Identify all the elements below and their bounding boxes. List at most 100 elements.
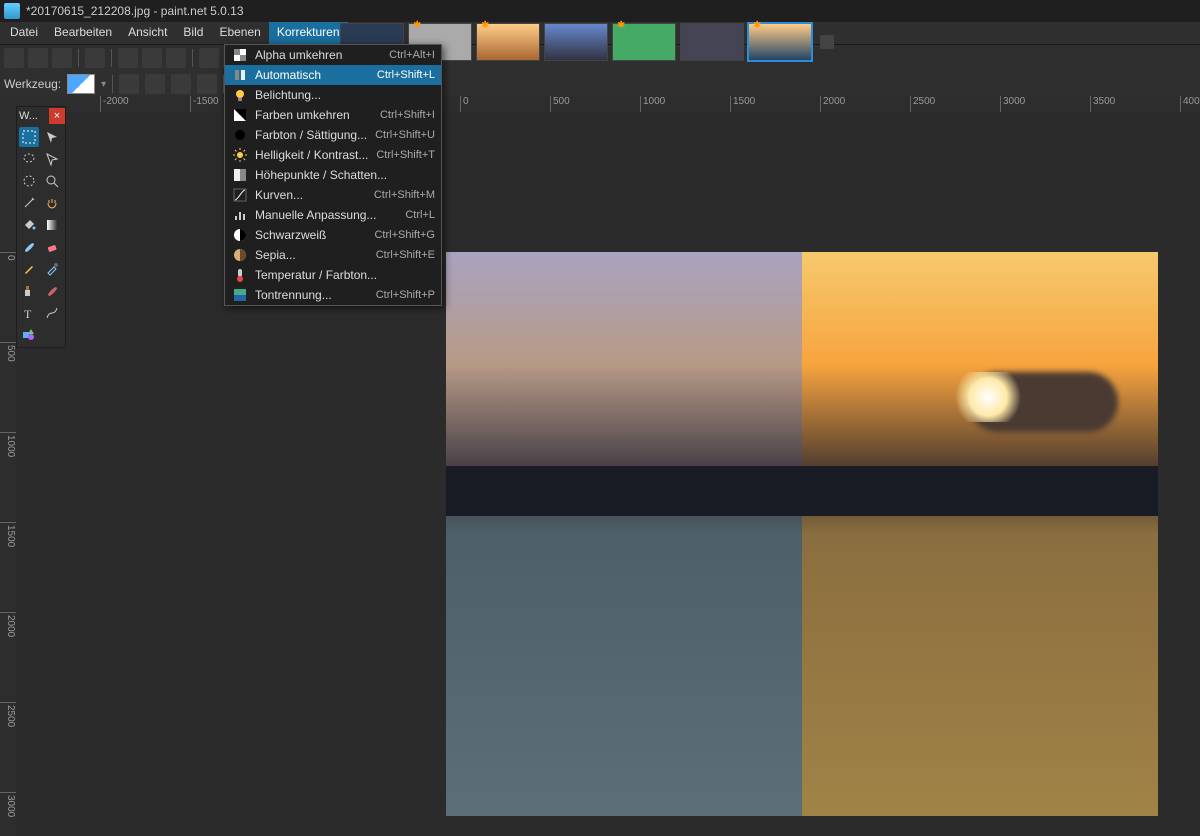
shape-option-1-icon[interactable] — [119, 74, 139, 94]
new-file-icon[interactable] — [4, 48, 24, 68]
move-tool-icon[interactable] — [42, 127, 62, 147]
menuitem-bw[interactable]: SchwarzweißCtrl+Shift+G — [225, 225, 441, 245]
pencil-tool-icon[interactable] — [19, 259, 39, 279]
shape-option-2-icon[interactable] — [145, 74, 165, 94]
menuitem-shortcut: Ctrl+Shift+U — [375, 129, 435, 141]
menuitem-alpha[interactable]: Alpha umkehrenCtrl+Alt+I — [225, 45, 441, 65]
canvas-area[interactable] — [16, 112, 1200, 836]
menuitem-temp[interactable]: Temperatur / Farbton... — [225, 265, 441, 285]
ruler-tick: 2000 — [820, 96, 845, 112]
menuitem-label: Tontrennung... — [255, 288, 376, 302]
menuitem-label: Manuelle Anpassung... — [255, 208, 405, 222]
ruler-tick: 1000 — [0, 432, 16, 457]
menuitem-auto[interactable]: AutomatischCtrl+Shift+L — [225, 65, 441, 85]
ruler-horizontal: -2000 -1500 -1000 -500 0 500 1000 1500 2… — [0, 96, 1200, 112]
recolor-tool-icon[interactable] — [42, 281, 62, 301]
tool-label: Werkzeug: — [4, 77, 61, 91]
thumb-4[interactable]: ✱ — [612, 23, 676, 61]
thumb-6[interactable]: ✱ — [748, 23, 812, 61]
crop-icon[interactable] — [199, 48, 219, 68]
zoom-tool-icon[interactable] — [42, 171, 62, 191]
paste-icon[interactable] — [166, 48, 186, 68]
shape-option-3-icon[interactable] — [171, 74, 191, 94]
image-skyline — [446, 466, 1158, 516]
alpha-icon — [231, 47, 249, 63]
brush-tool-icon[interactable] — [19, 237, 39, 257]
ruler-tick: -2000 — [100, 96, 129, 112]
pan-tool-icon[interactable] — [42, 193, 62, 213]
line-tool-icon[interactable] — [42, 303, 62, 323]
ruler-tick: 1500 — [730, 96, 755, 112]
temp-icon — [231, 267, 249, 283]
menuitem-highlow[interactable]: Höhepunkte / Schatten... — [225, 165, 441, 185]
clone-tool-icon[interactable] — [19, 281, 39, 301]
canvas-image[interactable] — [446, 252, 1158, 816]
menuitem-levels[interactable]: Manuelle Anpassung...Ctrl+L — [225, 205, 441, 225]
menuitem-shortcut: Ctrl+Shift+E — [376, 249, 435, 261]
menuitem-shortcut: Ctrl+Shift+M — [374, 189, 435, 201]
menuitem-shortcut: Ctrl+Shift+P — [376, 289, 435, 301]
separator — [112, 75, 113, 93]
menuitem-bright[interactable]: Helligkeit / Kontrast...Ctrl+Shift+T — [225, 145, 441, 165]
save-file-icon[interactable] — [52, 48, 72, 68]
highlow-icon — [231, 167, 249, 183]
rect-select-tool-icon[interactable] — [19, 127, 39, 147]
dropdown-chevron-icon[interactable]: ▾ — [101, 79, 106, 90]
eraser-tool-icon[interactable] — [42, 237, 62, 257]
menuitem-label: Belichtung... — [255, 88, 435, 102]
print-icon[interactable] — [85, 48, 105, 68]
menuitem-sepia[interactable]: Sepia...Ctrl+Shift+E — [225, 245, 441, 265]
text-tool-icon[interactable]: T — [19, 303, 39, 323]
menuitem-hue[interactable]: Farbton / Sättigung...Ctrl+Shift+U — [225, 125, 441, 145]
ellipse-select-tool-icon[interactable] — [19, 171, 39, 191]
tools-panel-header[interactable]: W... × — [17, 107, 65, 125]
korrekturen-dropdown: Alpha umkehrenCtrl+Alt+IAutomatischCtrl+… — [224, 44, 442, 306]
thumb-options-icon[interactable] — [820, 35, 834, 49]
open-file-icon[interactable] — [28, 48, 48, 68]
menuitem-bulb[interactable]: Belichtung... — [225, 85, 441, 105]
curves-icon — [231, 187, 249, 203]
menu-ebenen[interactable]: Ebenen — [211, 22, 268, 44]
ruler-tick: 3500 — [1090, 96, 1115, 112]
image-right-half — [802, 252, 1158, 816]
menuitem-poster[interactable]: Tontrennung...Ctrl+Shift+P — [225, 285, 441, 305]
menuitem-label: Automatisch — [255, 68, 377, 82]
menuitem-shortcut: Ctrl+L — [405, 209, 435, 221]
close-icon[interactable]: × — [49, 108, 65, 124]
move-selection-tool-icon[interactable] — [42, 149, 62, 169]
menuitem-invert[interactable]: Farben umkehrenCtrl+Shift+I — [225, 105, 441, 125]
menu-datei[interactable]: Datei — [2, 22, 46, 44]
gradient-tool-icon[interactable] — [42, 215, 62, 235]
menu-ansicht[interactable]: Ansicht — [120, 22, 175, 44]
menu-bild[interactable]: Bild — [175, 22, 211, 44]
picker-tool-icon[interactable] — [42, 259, 62, 279]
auto-icon — [231, 67, 249, 83]
menuitem-shortcut: Ctrl+Shift+T — [376, 149, 435, 161]
shapes-tool-icon[interactable] — [19, 325, 39, 345]
hue-icon — [231, 127, 249, 143]
bucket-tool-icon[interactable] — [19, 215, 39, 235]
lasso-tool-icon[interactable] — [19, 149, 39, 169]
thumb-5[interactable] — [680, 23, 744, 61]
ruler-tick: 500 — [0, 342, 16, 362]
menuitem-label: Farbton / Sättigung... — [255, 128, 375, 142]
menu-korrekturen[interactable]: Korrekturen — [269, 22, 348, 44]
levels-icon — [231, 207, 249, 223]
thumb-2[interactable]: ✱ — [476, 23, 540, 61]
wand-tool-icon[interactable] — [19, 193, 39, 213]
window-title: *20170615_212208.jpg - paint.net 5.0.13 — [26, 4, 244, 18]
active-tool-swatch[interactable] — [67, 74, 95, 94]
tools-panel[interactable]: W... × T — [16, 106, 66, 348]
shape-option-4-icon[interactable] — [197, 74, 217, 94]
copy-icon[interactable] — [142, 48, 162, 68]
thumb-3[interactable] — [544, 23, 608, 61]
ruler-tick: 2500 — [910, 96, 935, 112]
menuitem-curves[interactable]: Kurven...Ctrl+Shift+M — [225, 185, 441, 205]
ruler-tick: 500 — [550, 96, 570, 112]
menuitem-shortcut: Ctrl+Shift+G — [374, 229, 435, 241]
svg-text:T: T — [24, 307, 32, 320]
cut-icon[interactable] — [118, 48, 138, 68]
menuitem-label: Höhepunkte / Schatten... — [255, 168, 435, 182]
menuitem-label: Sepia... — [255, 248, 376, 262]
menu-bearbeiten[interactable]: Bearbeiten — [46, 22, 120, 44]
